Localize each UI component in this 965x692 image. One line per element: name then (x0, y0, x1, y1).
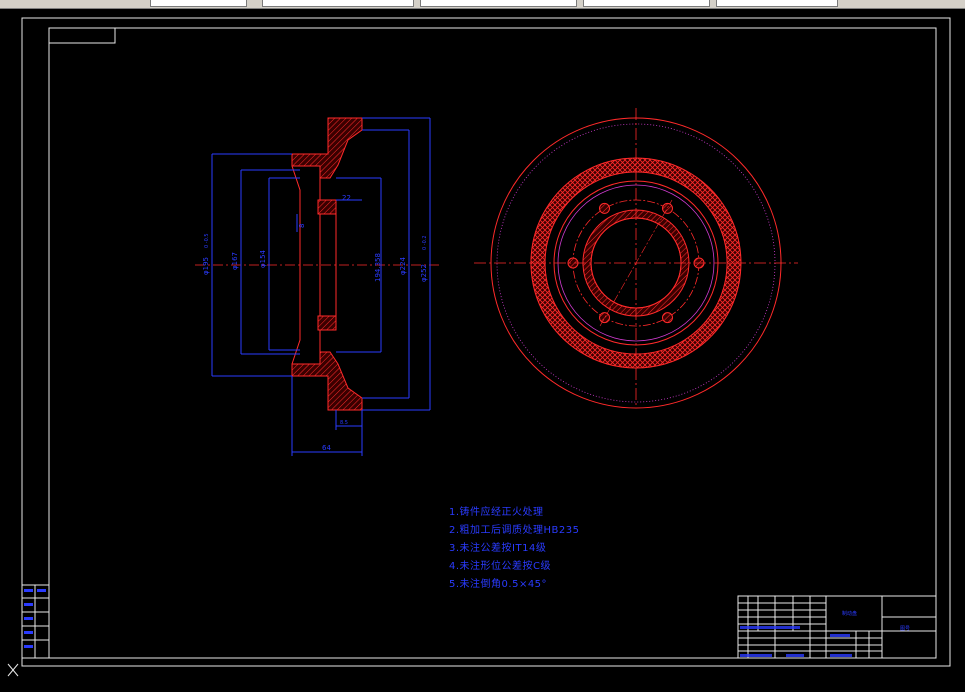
note-1: 1.铸件应经正火处理 (449, 507, 544, 518)
dim-22: 22 (342, 194, 351, 202)
dim-194: 194.358 (374, 253, 382, 282)
top-toolbar (0, 0, 965, 9)
dim-d252: φ252 (420, 264, 428, 282)
dim-d154: φ154 (259, 249, 267, 268)
corner-label-box (48, 27, 116, 44)
cad-drawing-area[interactable]: φ195 0 -0.5 φ167 φ154 8 22 194.358 φ224 … (0, 9, 965, 688)
lineweight-dropdown[interactable] (583, 0, 710, 7)
ucs-x-axis-icon (7, 663, 19, 677)
note-5: 5.未注倒角0.5×45° (449, 579, 548, 590)
front-view[interactable] (474, 108, 798, 409)
left-side-table (21, 584, 50, 659)
tb-part-name: 制动盘 (842, 610, 857, 617)
dim-d195-tol: 0 -0.5 (204, 233, 210, 248)
plotstyle-dropdown[interactable] (716, 0, 838, 7)
color-dropdown[interactable] (262, 0, 414, 7)
dim-small: 8.5 (340, 420, 348, 426)
note-2: 2.粗加工后调质处理HB235 (449, 525, 580, 536)
tb-drawing-no: 图号 (900, 626, 910, 632)
dim-64: 64 (322, 444, 331, 452)
dim-8: 8 (298, 224, 306, 228)
dim-d167: φ167 (231, 252, 239, 270)
section-view[interactable]: φ195 0 -0.5 φ167 φ154 8 22 194.358 φ224 … (195, 117, 440, 456)
dim-d252-tol: 0 -0.2 (422, 235, 428, 250)
dim-d195: φ195 (202, 257, 210, 275)
technical-notes: 1.铸件应经正火处理 2.粗加工后调质处理HB235 3.未注公差按IT14级 … (449, 504, 580, 594)
note-3: 3.未注公差按IT14级 (449, 543, 547, 554)
title-block: 制动盘 图号 (737, 595, 937, 659)
layer-dropdown[interactable] (150, 0, 247, 7)
note-4: 4.未注形位公差按C级 (449, 561, 552, 572)
dim-d224: φ224 (399, 256, 407, 275)
linetype-dropdown[interactable] (420, 0, 577, 7)
